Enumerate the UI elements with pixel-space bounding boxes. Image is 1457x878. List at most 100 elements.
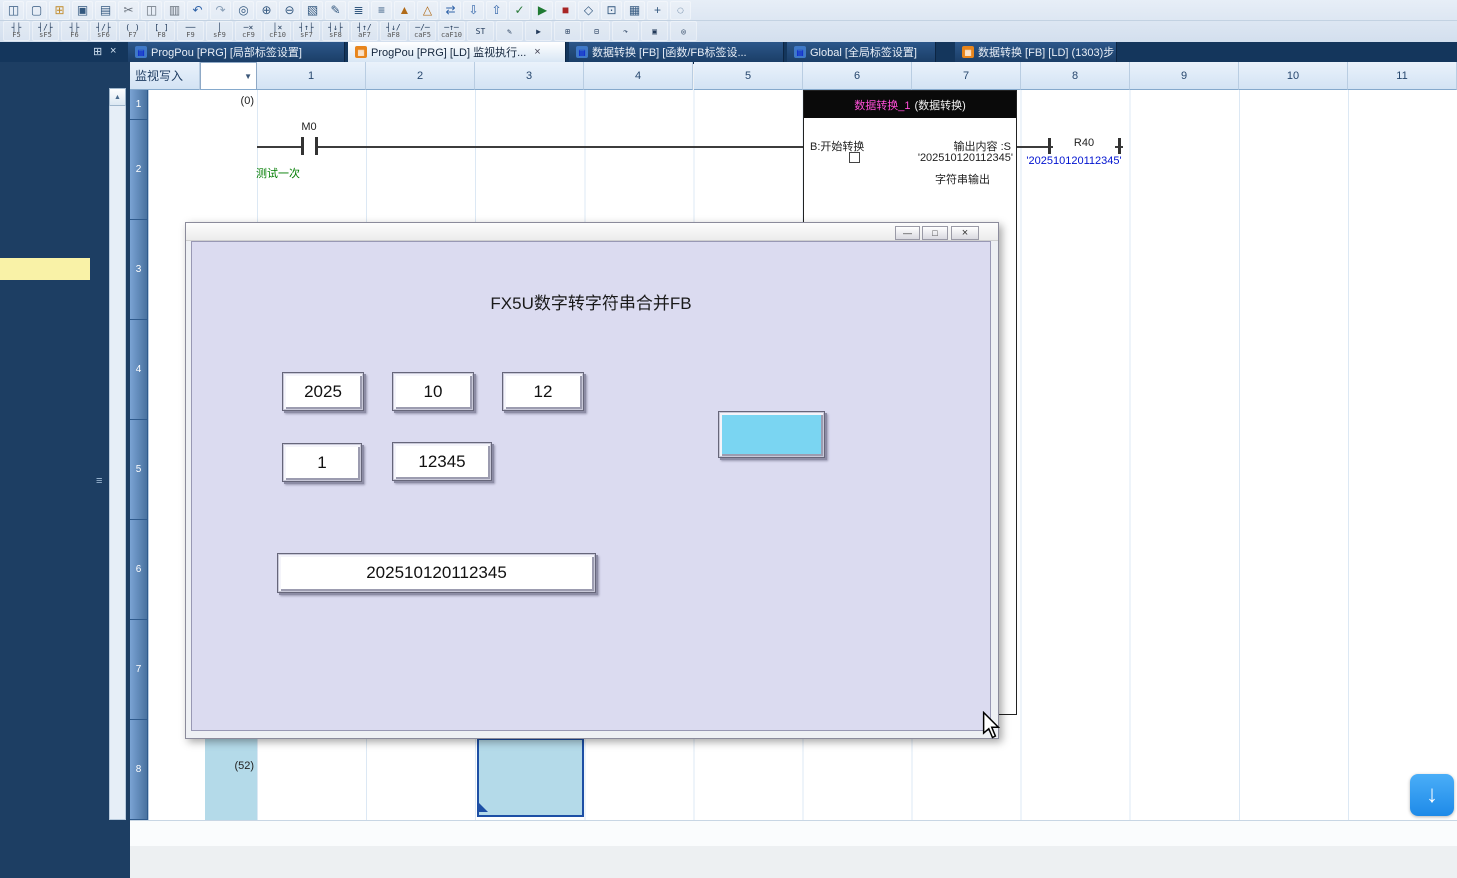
panel-close-icon[interactable]: ×	[110, 45, 116, 57]
online-connect-icon[interactable]: ⇄	[440, 1, 461, 20]
tab-global-labels[interactable]: ▤ Global [全局标签设置]	[787, 42, 936, 62]
tab-fb-labels[interactable]: ▤ 数据转换 [FB] [函数/FB标签设...	[569, 42, 784, 62]
column-header-8: 8	[1021, 62, 1130, 90]
program-check-icon[interactable]: +	[647, 1, 668, 20]
device-test-icon[interactable]: ⊟	[583, 21, 610, 41]
device-list-icon[interactable]: ▦	[624, 1, 645, 20]
monitor-mode-combo[interactable]: ▼	[200, 62, 257, 90]
result-field[interactable]: 202510120112345	[277, 553, 596, 593]
fb-paste-icon[interactable]: ▣	[641, 21, 668, 41]
splitter-grip-icon[interactable]: ≡	[96, 472, 108, 490]
output-device-label[interactable]: R40	[1053, 137, 1115, 153]
monitor-start-icon[interactable]: ▶	[532, 1, 553, 20]
zoom-ladder-icon[interactable]: ◎	[670, 21, 697, 41]
contact-device-label[interactable]: M0	[287, 121, 331, 133]
read-from-plc-icon[interactable]: ⇧	[486, 1, 507, 20]
contact-bar-right	[315, 137, 318, 155]
zoom-out-icon[interactable]: ⊖	[279, 1, 300, 20]
open-project-icon[interactable]: ⊞	[49, 1, 70, 20]
rising-pulse-icon[interactable]: ┤↑├sF7	[293, 21, 320, 41]
scroll-to-bottom-button[interactable]: ↓	[1410, 774, 1454, 816]
paste-icon[interactable]: ▥	[164, 1, 185, 20]
convert-icon[interactable]: ▲	[394, 1, 415, 20]
hour-field[interactable]: 1	[282, 443, 362, 482]
screen-display-icon[interactable]: ▧	[302, 1, 323, 20]
fb-demo-window[interactable]: — □ × FX5U数字转字符串合并FB 2025 10 12 1 12345 …	[185, 222, 999, 739]
tab-progpou-local-labels[interactable]: ▤ ProgPou [PRG] [局部标签设置]	[128, 42, 345, 62]
tab-fb-ld[interactable]: ▦ 数据转换 [FB] [LD] (1303)步	[955, 42, 1117, 62]
day-field[interactable]: 12	[502, 372, 584, 411]
print-icon[interactable]: ▤	[95, 1, 116, 20]
cut-icon[interactable]: ✂	[118, 1, 139, 20]
convert-all-icon[interactable]: △	[417, 1, 438, 20]
statement-icon[interactable]: ≣	[348, 1, 369, 20]
note-icon[interactable]: ≡	[371, 1, 392, 20]
row-number-1: 1	[130, 90, 148, 120]
ladder-editor-icon: ▦	[962, 46, 974, 58]
delete-vertical-line-icon[interactable]: │×cF10	[264, 21, 291, 41]
close-icon[interactable]: ×	[951, 226, 979, 240]
undo-icon[interactable]: ↶	[187, 1, 208, 20]
convert-button[interactable]	[718, 411, 825, 458]
dialog-title-text: FX5U数字转字符串合并FB	[191, 289, 991, 314]
comment-display-icon[interactable]: ⊞	[554, 21, 581, 41]
monitor-stop-icon[interactable]: ■	[555, 1, 576, 20]
new-project-icon[interactable]: ▢	[26, 1, 47, 20]
coil-icon[interactable]: ( )F7	[119, 21, 146, 41]
monitor-mode-icon[interactable]: ▶	[525, 21, 552, 41]
panel-pin-icon[interactable]: ⊞	[93, 45, 102, 58]
write-to-plc-icon[interactable]: ⇩	[463, 1, 484, 20]
falling-pulse-icon[interactable]: ┤↓├sF8	[322, 21, 349, 41]
verify-icon[interactable]: ✓	[509, 1, 530, 20]
change-window-icon[interactable]: ◫	[3, 1, 24, 20]
panel-scrollbar[interactable]	[109, 88, 126, 820]
open-contact-icon[interactable]: ┤├F5	[3, 21, 30, 41]
application-instruction-icon[interactable]: [ ]F8	[148, 21, 175, 41]
editor-background	[130, 846, 1457, 878]
gx-works3-window: ◫▢⊞▣▤✂◫▥↶↷◎⊕⊖▧✎≣≡▲△⇄⇩⇧✓▶■◇⊡▦+◌ ┤├F5┤/├sF…	[0, 0, 1457, 878]
inline-st-icon[interactable]: ST	[467, 21, 494, 41]
falling-pulse-close-icon[interactable]: ┤↓/aF8	[380, 21, 407, 41]
cross-reference-icon[interactable]: ⊡	[601, 1, 622, 20]
selected-tree-item-highlight[interactable]	[0, 258, 90, 280]
month-field[interactable]: 10	[392, 372, 474, 411]
label-editor-icon: ▤	[576, 46, 588, 58]
edit-mode-icon[interactable]: ✎	[496, 21, 523, 41]
tab-close-icon[interactable]: ×	[534, 46, 540, 58]
pulse-operation-icon[interactable]: ─↑─caF10	[438, 21, 465, 41]
column-header-2: 2	[366, 62, 475, 90]
watch-icon[interactable]: ◇	[578, 1, 599, 20]
help-icon[interactable]: ◌	[670, 1, 691, 20]
horizontal-line-icon[interactable]: ──F9	[177, 21, 204, 41]
redo-icon[interactable]: ↷	[210, 1, 231, 20]
minimize-icon[interactable]: —	[895, 226, 920, 240]
restore-icon[interactable]: □	[922, 226, 948, 240]
rising-pulse-close-icon[interactable]: ┤↑/aF7	[351, 21, 378, 41]
mouse-cursor-icon	[981, 711, 1001, 744]
year-field[interactable]: 2025	[282, 372, 364, 411]
closed-contact-icon[interactable]: ┤/├sF5	[32, 21, 59, 41]
column-header-7: 7	[912, 62, 1021, 90]
column-header-5: 5	[694, 62, 803, 90]
scroll-up-icon[interactable]: ▲	[109, 88, 126, 106]
find-icon[interactable]: ◎	[233, 1, 254, 20]
dialog-title-bar[interactable]	[186, 223, 998, 241]
ladder-bottom-margin	[130, 820, 1457, 847]
step-number-52: (52)	[198, 760, 254, 772]
monitor-mode-label: 监视写入	[130, 62, 200, 90]
tab-progpou-ld-monitor[interactable]: ▦ ProgPou [PRG] [LD] 监视执行... ×	[348, 42, 566, 62]
save-project-icon[interactable]: ▣	[72, 1, 93, 20]
zoom-in-icon[interactable]: ⊕	[256, 1, 277, 20]
copy-icon[interactable]: ◫	[141, 1, 162, 20]
rung-wire-left	[257, 146, 803, 148]
jump-label-icon[interactable]: ↷	[612, 21, 639, 41]
selected-cell[interactable]	[477, 738, 584, 817]
closed-branch-icon[interactable]: ┤/├sF6	[90, 21, 117, 41]
device-comment-icon[interactable]: ✎	[325, 1, 346, 20]
invert-operation-icon[interactable]: ─/─caF5	[409, 21, 436, 41]
tab-label: 数据转换 [FB] [函数/FB标签设...	[592, 44, 747, 60]
delete-horizontal-line-icon[interactable]: ─×cF9	[235, 21, 262, 41]
open-branch-icon[interactable]: ┤├F6	[61, 21, 88, 41]
vertical-line-icon[interactable]: │sF9	[206, 21, 233, 41]
serial-field[interactable]: 12345	[392, 442, 492, 481]
